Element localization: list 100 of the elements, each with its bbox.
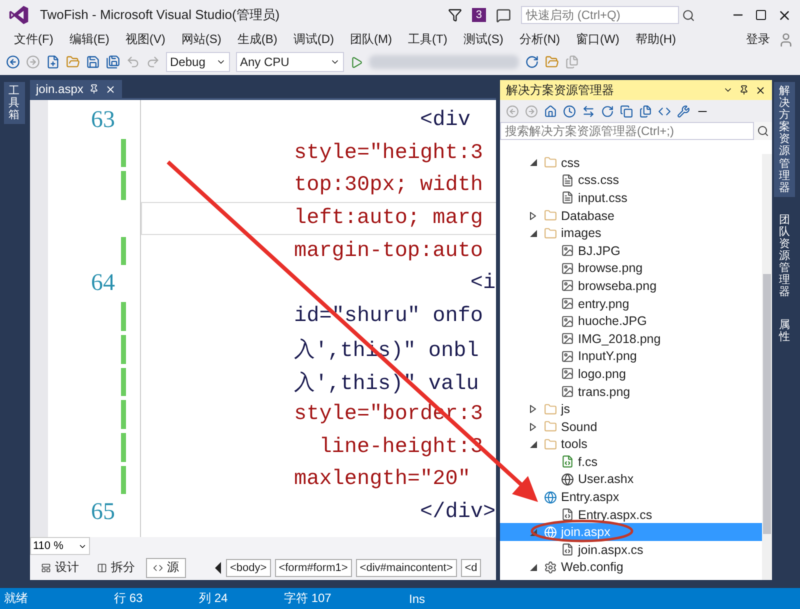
pin-icon[interactable] <box>89 84 100 94</box>
find-folder-icon[interactable] <box>545 55 559 69</box>
tree-item[interactable]: f.cs <box>500 453 762 471</box>
code-icon[interactable] <box>153 562 163 572</box>
platform-dropdown[interactable]: Any CPU <box>236 52 344 72</box>
tree-item[interactable]: browse.png <box>500 260 762 278</box>
menu-item[interactable]: 视图(V) <box>117 31 174 48</box>
show-all-files-icon[interactable] <box>639 104 652 118</box>
expanded-icon[interactable] <box>530 564 537 571</box>
tree-item[interactable]: trans.png <box>500 382 762 400</box>
home-icon[interactable] <box>544 104 557 118</box>
expanded-icon[interactable] <box>530 159 537 166</box>
refresh-icon[interactable] <box>525 55 539 69</box>
search-field[interactable]: 搜索解决方案资源管理器(Ctrl+;) <box>500 122 754 140</box>
tree-item[interactable]: css.css <box>500 172 762 190</box>
tree-item[interactable]: css <box>500 154 762 172</box>
menu-item[interactable]: 分析(N) <box>511 31 568 48</box>
toolbox-tab[interactable]: 工具箱 <box>4 82 24 124</box>
back-icon[interactable] <box>6 55 20 69</box>
view-tab[interactable]: 拆分 <box>90 558 142 578</box>
side-panel-tab[interactable]: 团队资源管理器 <box>774 210 795 302</box>
menu-item[interactable]: 窗口(W) <box>568 31 628 48</box>
view-tab[interactable]: 源 <box>146 558 186 578</box>
breadcrumb[interactable]: <body> <box>226 558 271 576</box>
close-icon[interactable] <box>105 84 116 94</box>
configuration-dropdown[interactable]: Debug <box>166 52 230 72</box>
refresh-icon[interactable] <box>601 104 614 118</box>
image-icon <box>561 314 574 328</box>
collapsed-icon[interactable] <box>530 422 536 431</box>
folder-icon <box>544 156 557 170</box>
sync-icon[interactable] <box>582 104 595 118</box>
tree-item[interactable]: huoche.JPG <box>500 312 762 330</box>
design-view-icon[interactable] <box>41 562 51 572</box>
start-icon[interactable] <box>350 56 363 68</box>
scrollbar-thumb[interactable] <box>763 274 771 534</box>
new-file-icon[interactable] <box>46 55 60 69</box>
history-icon[interactable] <box>563 104 576 118</box>
menu-item[interactable]: 文件(F) <box>6 31 62 48</box>
menu-item[interactable]: 编辑(E) <box>61 31 118 48</box>
tree-item[interactable]: tools <box>500 436 762 454</box>
breadcrumb[interactable]: <d <box>460 558 482 576</box>
scroll-left-icon[interactable] <box>214 560 222 574</box>
sign-in-link[interactable]: 登录 <box>738 31 778 48</box>
code-line: </div> <box>419 501 496 524</box>
close-icon[interactable] <box>755 84 766 96</box>
menu-item[interactable]: 生成(B) <box>229 31 286 48</box>
expanded-icon[interactable] <box>530 230 537 237</box>
code-icon[interactable] <box>658 104 671 118</box>
tree-item[interactable]: Web.config <box>500 558 762 576</box>
insert-mode-indicator: Ins <box>409 592 426 606</box>
search-icon[interactable] <box>757 125 769 137</box>
pin-icon[interactable] <box>739 84 749 94</box>
breadcrumb[interactable]: <div#maincontent> <box>356 558 457 576</box>
expanded-icon[interactable] <box>530 440 537 448</box>
menu-item[interactable]: 网站(S) <box>173 31 230 48</box>
image-icon <box>561 244 574 258</box>
zoom-dropdown[interactable]: 110 % <box>30 537 90 555</box>
tree-item[interactable]: Sound <box>500 418 762 436</box>
tree-item[interactable]: InputY.png <box>500 348 762 366</box>
tree-item[interactable]: logo.png <box>500 365 762 383</box>
folder-icon <box>544 226 557 240</box>
menu-item[interactable]: 测试(S) <box>455 31 512 48</box>
menu-item[interactable]: 团队(M) <box>342 31 400 48</box>
side-panel-tab[interactable]: 属性 <box>774 316 795 346</box>
tree-item[interactable]: js <box>500 400 762 418</box>
tree-item[interactable]: User.ashx <box>500 470 762 488</box>
tree-item[interactable]: entry.png <box>500 294 762 312</box>
collapse-icon[interactable] <box>620 104 633 118</box>
collapsed-icon[interactable] <box>530 212 536 220</box>
tree-item[interactable]: Database <box>500 206 762 224</box>
search-icon[interactable] <box>682 8 695 22</box>
view-tab[interactable]: 设计 <box>34 558 86 578</box>
tree-item[interactable]: browseba.png <box>500 277 762 295</box>
tree-item[interactable]: BJ.JPG <box>500 242 762 260</box>
wrench-icon[interactable] <box>677 104 690 118</box>
code-line: top:30px; width <box>294 174 484 198</box>
tree-item[interactable]: Entry.aspx <box>500 488 762 506</box>
save-icon[interactable] <box>86 55 100 69</box>
tree-item[interactable]: IMG_2018.png <box>500 330 762 348</box>
menu-item[interactable]: 工具(T) <box>400 31 456 48</box>
collapsed-icon[interactable] <box>530 405 536 414</box>
breadcrumb[interactable]: <form#form1> <box>274 558 352 576</box>
open-folder-icon[interactable] <box>66 55 80 69</box>
quick-launch-field[interactable]: 快速启动 (Ctrl+Q) <box>521 6 679 24</box>
tree-item[interactable]: join.aspx.cs <box>500 541 762 559</box>
menu-item[interactable]: 帮助(H) <box>627 31 684 48</box>
tree-item[interactable]: images <box>500 224 762 242</box>
document-tab[interactable]: join.aspx <box>30 80 122 98</box>
menu-item[interactable]: 调试(D) <box>285 31 342 48</box>
side-panel-tab[interactable]: 解决方案资源管理器 <box>774 82 795 197</box>
save-all-icon[interactable] <box>106 55 120 69</box>
code-line: maxlength="20" <box>294 468 470 492</box>
config-file-icon <box>544 560 557 574</box>
split-view-icon[interactable] <box>97 562 107 572</box>
notification-flag-icon[interactable] <box>448 8 462 22</box>
tree-item[interactable]: Entry.aspx.cs <box>500 506 762 524</box>
feedback-icon[interactable] <box>496 8 511 22</box>
tree-item[interactable]: input.css <box>500 189 762 207</box>
avatar-icon[interactable] <box>778 32 794 48</box>
maximize-icon[interactable] <box>755 9 767 21</box>
